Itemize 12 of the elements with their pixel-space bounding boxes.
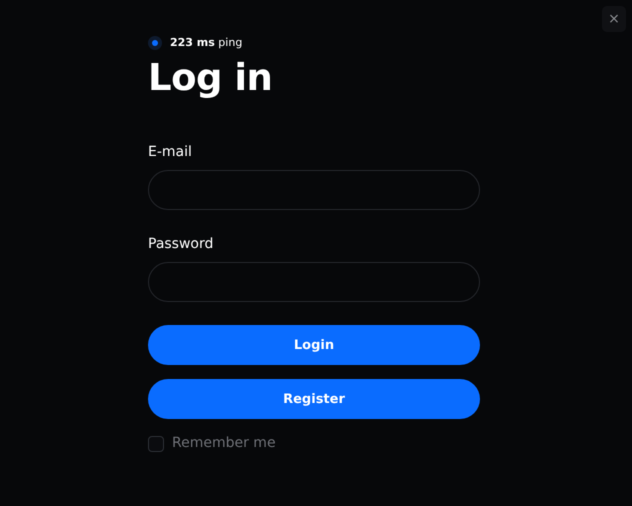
remember-label: Remember me [172,434,276,454]
field-label: E-mail [148,143,193,162]
page-title: Log in [148,56,274,100]
close-button[interactable]: × [602,6,626,32]
input-field[interactable] [148,170,480,210]
remember-checkbox[interactable] [148,436,164,452]
input-field[interactable] [148,262,480,302]
submit-button[interactable]: Login [148,325,480,366]
field-label: Password [148,235,214,254]
ping-text: 223 ms ping [170,34,242,51]
status-dot-icon [148,36,162,50]
submit-button[interactable]: Register [148,379,480,420]
